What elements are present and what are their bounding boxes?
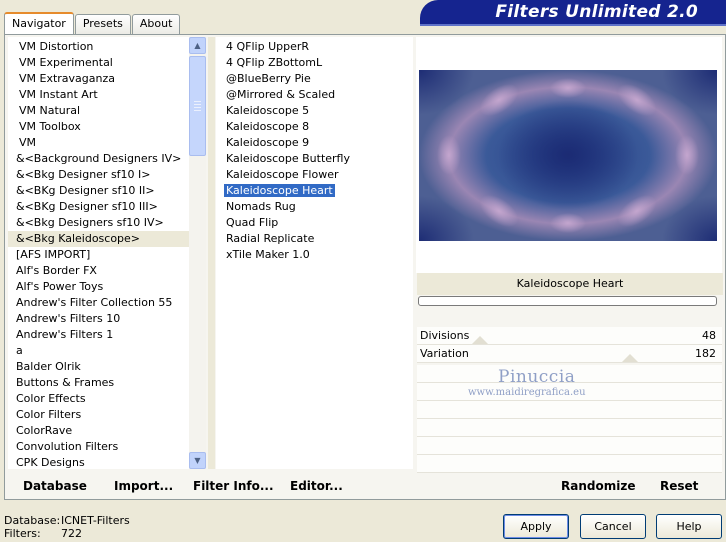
tab-strip: Navigator Presets About (4, 12, 181, 34)
category-item[interactable]: Buttons & Frames (8, 375, 189, 391)
database-link[interactable]: Database (23, 479, 87, 493)
category-list[interactable]: VM Distortion VM Experimental VM Extravaga… (8, 37, 189, 469)
category-item[interactable]: VM Experimental (8, 55, 189, 71)
slider-marker-icon[interactable] (471, 336, 488, 344)
filter-item[interactable]: @BlueBerry Pie (216, 71, 413, 87)
category-item[interactable]: Convolution Filters (8, 439, 189, 455)
list-separator (208, 37, 215, 469)
filter-item[interactable]: Radial Replicate (216, 231, 413, 247)
slider-marker-icon[interactable] (622, 354, 639, 362)
filter-item[interactable]: @Mirrored & Scaled (216, 87, 413, 103)
category-item[interactable]: ColorRave (8, 423, 189, 439)
app-title: Filters Unlimited 2.0 (495, 2, 698, 22)
filters-label: Filters: (4, 527, 41, 540)
app-banner: Filters Unlimited 2.0 (420, 0, 726, 26)
category-item[interactable]: Andrew's Filters 10 (8, 311, 189, 327)
scrollbar-thumb[interactable] (189, 56, 206, 156)
category-item[interactable]: Alf's Power Toys (8, 279, 189, 295)
watermark-name: Pinuccia (498, 367, 576, 387)
parameter-label: Variation (420, 347, 469, 360)
progress-bar (418, 296, 717, 306)
cancel-button[interactable]: Cancel (580, 514, 646, 539)
category-item[interactable]: Andrew's Filter Collection 55 (8, 295, 189, 311)
watermark-url: www.maidiregrafica.eu (468, 387, 586, 398)
category-item[interactable]: &<BKg Designer sf10 II> (8, 183, 189, 199)
parameter-label: Divisions (420, 329, 470, 342)
tab-about[interactable]: About (131, 14, 181, 34)
import-link[interactable]: Import... (114, 479, 173, 493)
filter-item[interactable]: Kaleidoscope 8 (216, 119, 413, 135)
category-item[interactable]: VM Natural (8, 103, 189, 119)
filter-item-label: Kaleidoscope 9 (226, 136, 310, 149)
filter-item[interactable]: 4 QFlip ZBottomL (216, 55, 413, 71)
tab-navigator[interactable]: Navigator (4, 12, 74, 34)
filter-item-label: xTile Maker 1.0 (226, 248, 310, 261)
randomize-link[interactable]: Randomize (561, 479, 635, 493)
filter-item[interactable]: Kaleidoscope 5 (216, 103, 413, 119)
filter-item[interactable]: xTile Maker 1.0 (216, 247, 413, 263)
filter-item[interactable]: Kaleidoscope Flower (216, 167, 413, 183)
category-item[interactable]: CPK Designs (8, 455, 189, 469)
apply-button[interactable]: Apply (503, 514, 569, 539)
filter-item-label: 4 QFlip UpperR (226, 40, 310, 53)
category-item[interactable]: &<Bkg Designers sf10 IV> (8, 215, 189, 231)
category-item[interactable]: VM Instant Art (8, 87, 189, 103)
database-value: ICNET-Filters (61, 514, 130, 527)
parameter-slider-row[interactable]: Variation 182 (417, 345, 722, 363)
filter-item-label: @BlueBerry Pie (226, 72, 311, 85)
filter-item-label: @Mirrored & Scaled (226, 88, 336, 101)
filter-item-label: Kaleidoscope Butterfly (226, 152, 350, 165)
filter-item-label: Radial Replicate (226, 232, 315, 245)
parameter-value: 48 (702, 329, 716, 342)
category-item[interactable]: VM Extravaganza (8, 71, 189, 87)
scroll-down-arrow-icon[interactable]: ▼ (189, 452, 206, 469)
category-item[interactable]: &<Bkg Designer sf10 I> (8, 167, 189, 183)
parameter-slider-row[interactable]: Divisions 48 (417, 327, 722, 345)
status-area: Database: ICNET-Filters Filters: 722 (4, 514, 130, 540)
filter-item-label: Quad Flip (226, 216, 279, 229)
category-item[interactable]: a (8, 343, 189, 359)
database-label: Database: (4, 514, 61, 527)
reset-link[interactable]: Reset (660, 479, 698, 493)
tab-presets[interactable]: Presets (74, 14, 131, 34)
category-scrollbar[interactable]: ▲ ▼ (189, 37, 206, 469)
filter-item[interactable]: Quad Flip (216, 215, 413, 231)
parameter-value: 182 (695, 347, 716, 360)
filter-item[interactable]: Nomads Rug (216, 199, 413, 215)
category-item[interactable]: Balder Olrik (8, 359, 189, 375)
filter-item[interactable]: Kaleidoscope Butterfly (216, 151, 413, 167)
category-item[interactable]: [AFS IMPORT] (8, 247, 189, 263)
filter-item-label: Kaleidoscope 8 (226, 120, 310, 133)
filter-info-link[interactable]: Filter Info... (193, 479, 274, 493)
parameter-controls: Divisions 48 Variation 182 (417, 327, 722, 363)
filter-item-label: Kaleidoscope Heart (224, 184, 335, 197)
category-item[interactable]: Color Effects (8, 391, 189, 407)
filter-item-label: Nomads Rug (226, 200, 296, 213)
filter-item-label: Kaleidoscope Flower (226, 168, 339, 181)
category-item[interactable]: VM Distortion (8, 39, 189, 55)
filter-item-label: 4 QFlip ZBottomL (226, 56, 323, 69)
filters-count: 722 (61, 527, 82, 540)
category-item[interactable]: &<Bkg Kaleidoscope> (8, 231, 189, 247)
category-item[interactable]: Alf's Border FX (8, 263, 189, 279)
filter-item-label: Kaleidoscope 5 (226, 104, 310, 117)
category-item[interactable]: VM Toolbox (8, 119, 189, 135)
filter-item[interactable]: Kaleidoscope Heart (216, 183, 413, 199)
selected-filter-name: Kaleidoscope Heart (417, 273, 723, 295)
scroll-up-arrow-icon[interactable]: ▲ (189, 37, 206, 54)
preview-image (419, 70, 717, 241)
category-item[interactable]: Andrew's Filters 1 (8, 327, 189, 343)
category-item[interactable]: Color Filters (8, 407, 189, 423)
filter-list[interactable]: 4 QFlip UpperR 4 QFlip ZBottomL @BlueBerry… (216, 37, 413, 469)
category-item[interactable]: &<BKg Designer sf10 III> (8, 199, 189, 215)
filter-item[interactable]: Kaleidoscope 9 (216, 135, 413, 151)
category-item[interactable]: &<Background Designers IV> (8, 151, 189, 167)
filter-item[interactable]: 4 QFlip UpperR (216, 39, 413, 55)
editor-link[interactable]: Editor... (290, 479, 343, 493)
help-button[interactable]: Help (656, 514, 722, 539)
category-item[interactable]: VM (8, 135, 189, 151)
